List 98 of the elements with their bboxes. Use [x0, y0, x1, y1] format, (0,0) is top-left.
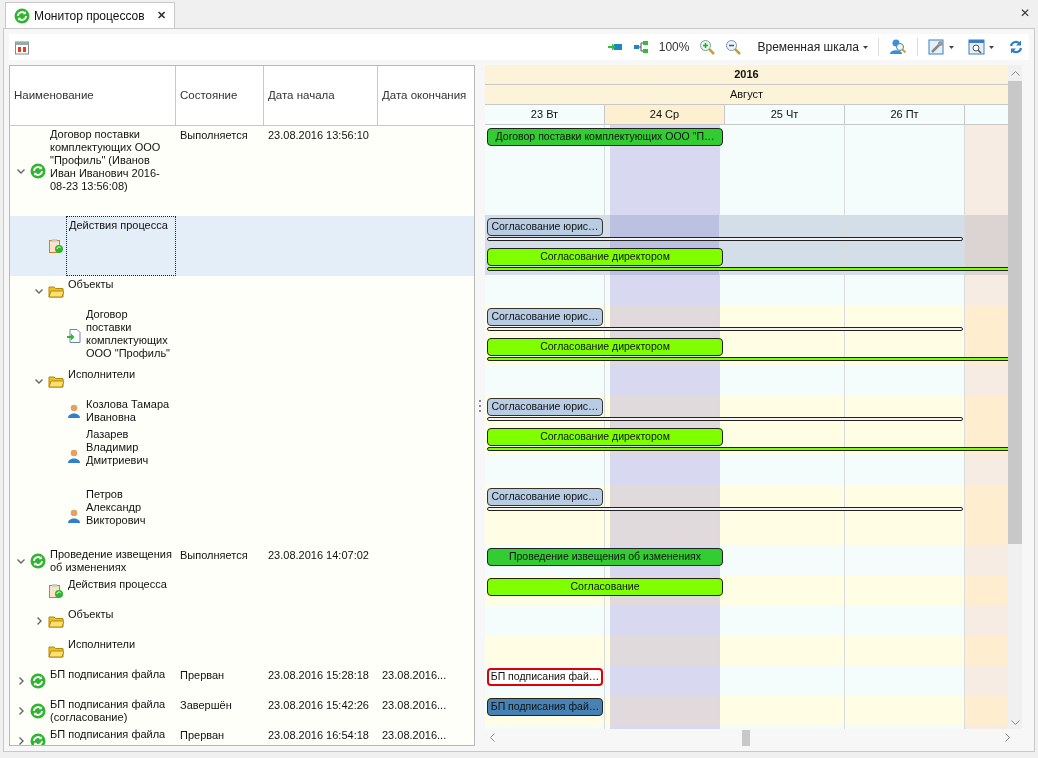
- gantt-bar[interactable]: Договор поставки комплектующих ООО "П…: [487, 128, 723, 146]
- day-header: 23 Вт: [485, 105, 605, 124]
- process-monitor-tab[interactable]: Монитор процессов ✕: [5, 2, 175, 28]
- year-header: 2016: [485, 65, 1008, 85]
- recycle-icon: [30, 553, 46, 569]
- clipboard-icon: [48, 238, 64, 254]
- gantt-bar[interactable]: Согласование директором: [487, 338, 723, 356]
- gantt-bar[interactable]: Согласование юрис…: [487, 398, 603, 416]
- person-icon: [66, 448, 82, 464]
- table-cell: Завершён: [180, 699, 232, 711]
- table-cell: 23.08.2016...: [382, 729, 447, 741]
- gantt-bar[interactable]: БП подписания фай…: [487, 698, 603, 716]
- tree-item-label[interactable]: БП подписания файла: [48, 666, 168, 696]
- chevron-down-icon[interactable]: [35, 288, 43, 294]
- close-tab-button[interactable]: ✕: [156, 7, 166, 24]
- recycle-icon: [30, 163, 46, 179]
- chevron-right-icon[interactable]: [18, 707, 24, 715]
- scroll-left-icon[interactable]: [490, 733, 495, 742]
- scroll-thumb[interactable]: [742, 729, 750, 746]
- tree-item-label[interactable]: Действия процесса: [66, 216, 176, 276]
- folder-icon: [48, 373, 64, 389]
- calendar-icon[interactable]: [14, 39, 30, 55]
- recycle-icon: [14, 7, 30, 24]
- refresh-icon[interactable]: [1008, 39, 1024, 55]
- clipboard-icon: [48, 583, 64, 599]
- folder-icon: [48, 643, 64, 659]
- table-cell: 23.08.2016...: [382, 669, 447, 681]
- window-search-icon: [968, 38, 986, 56]
- view-dropdown[interactable]: [968, 38, 994, 56]
- table-cell: Прерван: [180, 729, 225, 741]
- gantt-bar[interactable]: Согласование директором: [487, 428, 723, 446]
- scroll-up-icon[interactable]: [1010, 71, 1020, 76]
- chevron-right-icon[interactable]: [18, 737, 24, 745]
- tree-item-label[interactable]: Договор поставки комплектующих ООО "Профиль" (Иванов Иван Иванович 2016-08-23 13:56:08): [48, 126, 176, 216]
- settings-dropdown[interactable]: [928, 38, 954, 56]
- gantt-bar[interactable]: Проведение извещения об изменениях: [487, 548, 723, 566]
- tab-title: Монитор процессов: [34, 7, 145, 25]
- timescale-dropdown[interactable]: Временная шкала: [757, 38, 868, 56]
- tree-item-label[interactable]: БП подписания файла: [48, 726, 168, 745]
- tree-item-label[interactable]: Петров Александр Викторович: [84, 486, 176, 546]
- gantt-bar[interactable]: Согласование юрис…: [487, 488, 603, 506]
- scroll-right-icon[interactable]: [1005, 733, 1010, 742]
- gantt-bar[interactable]: Согласование директором: [487, 248, 723, 266]
- day-header: 25 Чт: [725, 105, 845, 124]
- column-header[interactable]: Наименование: [10, 66, 176, 125]
- table-cell: 23.08.2016 15:42:26: [268, 699, 369, 711]
- folder-icon: [48, 283, 64, 299]
- table-cell: 23.08.2016 16:54:18: [268, 729, 369, 741]
- wrench-icon: [928, 38, 946, 56]
- recycle-icon: [30, 673, 46, 689]
- zoom-in-icon[interactable]: [699, 39, 716, 55]
- table-cell: 23.08.2016...: [382, 699, 447, 711]
- document-icon: [66, 328, 82, 344]
- chevron-down-icon[interactable]: [17, 558, 25, 564]
- chevron-right-icon[interactable]: [18, 677, 24, 685]
- table-cell: 23.08.2016 15:28:18: [268, 669, 369, 681]
- gantt-bar[interactable]: Согласование юрис…: [487, 308, 603, 326]
- chevron-right-icon[interactable]: [36, 617, 42, 625]
- day-header: 26 Пт: [845, 105, 965, 124]
- recycle-icon: [30, 703, 46, 719]
- column-header[interactable]: Состояние: [176, 66, 264, 125]
- table-cell: Выполняется: [180, 129, 248, 141]
- vertical-scrollbar[interactable]: [1008, 65, 1022, 729]
- tree-item-label[interactable]: Исполнители: [66, 636, 138, 666]
- tree-item-label[interactable]: Козлова Тамара Ивановна: [84, 396, 176, 426]
- zoom-level: 100%: [658, 39, 690, 56]
- zoom-out-icon[interactable]: [725, 39, 742, 55]
- table-cell: 23.08.2016 13:56:10: [268, 129, 369, 141]
- chevron-down-icon[interactable]: [17, 168, 25, 174]
- table-cell: Прерван: [180, 669, 225, 681]
- tree-item-label[interactable]: Действия процесса: [66, 576, 169, 606]
- tree-item-label[interactable]: Лазарев Владимир Дмитриевич: [84, 426, 176, 486]
- column-header[interactable]: Дата окончания: [378, 66, 474, 125]
- caret-icon: [863, 45, 868, 49]
- table-cell: Выполняется: [180, 549, 248, 561]
- scroll-thumb[interactable]: [1008, 81, 1022, 544]
- user-search-icon[interactable]: [889, 38, 907, 56]
- tree-item-label[interactable]: Исполнители: [66, 366, 138, 396]
- person-icon: [66, 508, 82, 524]
- scroll-down-icon[interactable]: [1010, 720, 1020, 725]
- caret-icon: [989, 45, 994, 49]
- column-header[interactable]: Дата начала: [264, 66, 378, 125]
- tree-item-label[interactable]: Проведение извещения об изменениях: [48, 546, 176, 576]
- tree-item-label[interactable]: Объекты: [66, 606, 116, 636]
- folder-icon: [48, 613, 64, 629]
- day-header: 24 Ср: [605, 105, 725, 124]
- gantt-bar[interactable]: БП подписания фай…: [487, 668, 603, 686]
- table-cell: 23.08.2016 14:07:02: [268, 549, 369, 561]
- gantt-bar[interactable]: Согласование юрис…: [487, 218, 603, 236]
- gantt-bar[interactable]: Согласование: [487, 578, 723, 596]
- caret-icon: [949, 45, 954, 49]
- tree-item-label[interactable]: БП подписания файла (согласование): [48, 696, 176, 726]
- hierarchy-icon[interactable]: [632, 39, 649, 55]
- chevron-down-icon[interactable]: [35, 378, 43, 384]
- tree-item-label[interactable]: Договор поставки комплектующих ООО "Профиль": [84, 306, 176, 366]
- person-icon: [66, 403, 82, 419]
- close-button[interactable]: ✕: [1020, 4, 1030, 22]
- tree-item-label[interactable]: Объекты: [66, 276, 116, 306]
